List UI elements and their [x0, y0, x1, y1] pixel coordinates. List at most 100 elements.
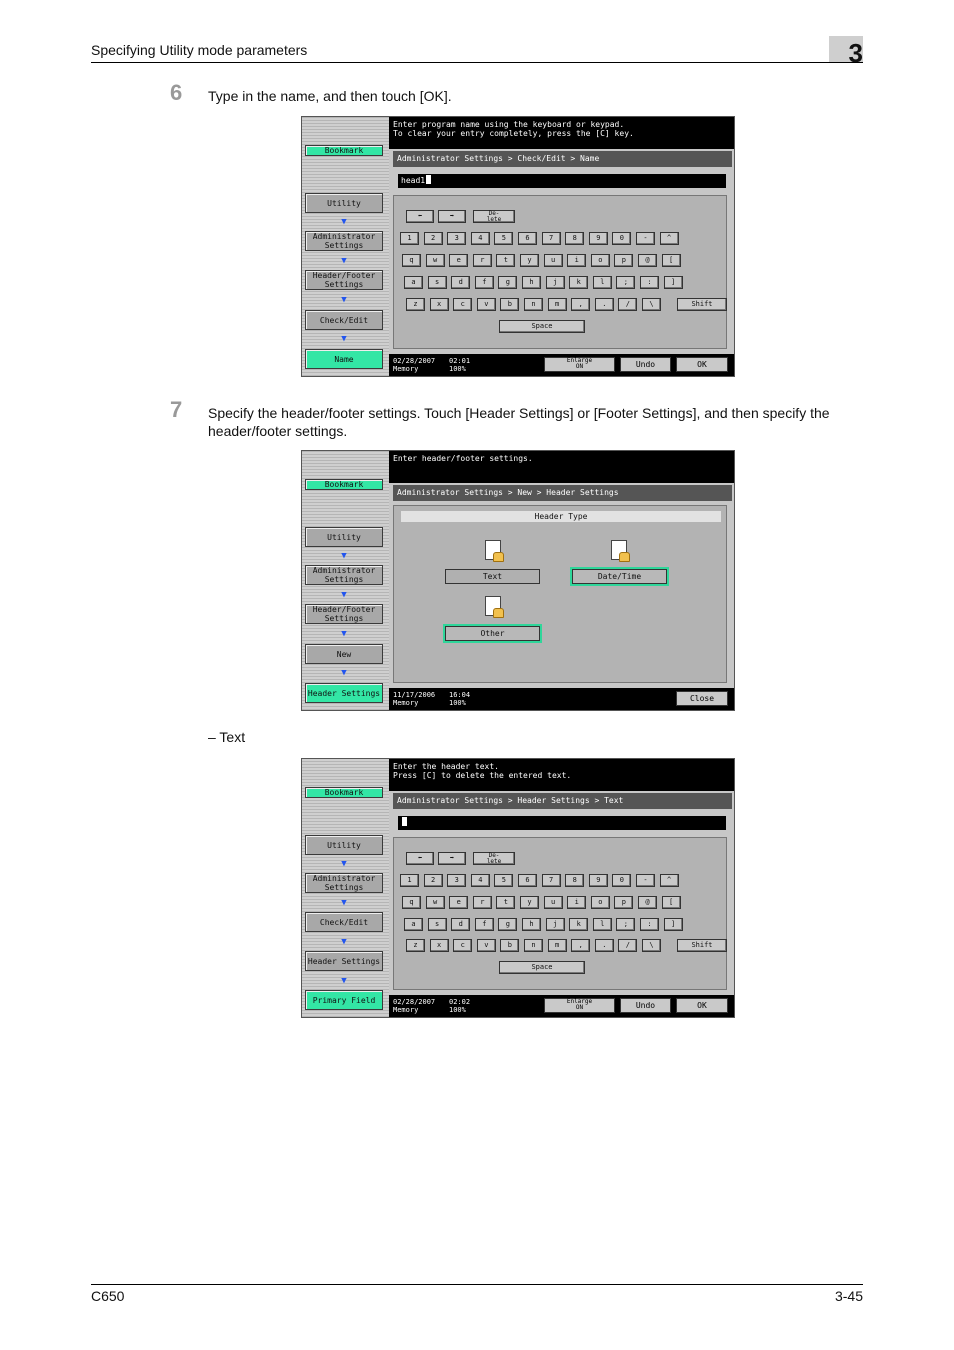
key-row4-3[interactable]: v — [476, 939, 496, 952]
key-row2-9[interactable]: p — [614, 254, 634, 267]
key-row4-6[interactable]: m — [547, 939, 567, 952]
sidebar-header-settings[interactable]: Header Settings — [305, 951, 383, 971]
key-row2-11[interactable]: [ — [661, 254, 681, 267]
key-row3-4[interactable]: g — [498, 276, 518, 289]
key-row3-10[interactable]: : — [640, 276, 659, 289]
key-row4-3[interactable]: v — [476, 298, 496, 311]
key-row3-4[interactable]: g — [498, 918, 518, 931]
key-row3-3[interactable]: f — [474, 918, 494, 931]
shift-key[interactable]: Shift — [677, 939, 727, 952]
key-row4-8[interactable]: . — [594, 939, 614, 952]
sidebar-header-footer-settings[interactable]: Header/Footer Settings — [305, 604, 383, 624]
key-row2-3[interactable]: r — [472, 896, 492, 909]
name-input[interactable]: head1 — [398, 174, 726, 188]
key-row1-1[interactable]: 2 — [423, 232, 443, 245]
key-row2-7[interactable]: i — [567, 896, 587, 909]
sidebar-primary-field[interactable]: Primary Field — [305, 990, 383, 1010]
sidebar-name[interactable]: Name — [305, 349, 383, 369]
space-key[interactable]: Space — [499, 961, 585, 974]
space-key[interactable]: Space — [499, 320, 585, 333]
key-row4-0[interactable]: z — [406, 939, 425, 952]
enlarge-button[interactable]: Enlarge ON — [544, 357, 615, 372]
key-row3-0[interactable]: a — [404, 276, 423, 289]
key-row1-10[interactable]: - — [636, 874, 655, 887]
sidebar-utility[interactable]: Utility — [305, 193, 383, 213]
key-row3-1[interactable]: s — [427, 276, 447, 289]
key-row3-3[interactable]: f — [474, 276, 494, 289]
key-row3-11[interactable]: ] — [663, 918, 683, 931]
key-row3-2[interactable]: d — [451, 918, 471, 931]
key-row3-7[interactable]: k — [569, 918, 589, 931]
key-row3-1[interactable]: s — [427, 918, 447, 931]
date-time-option-button[interactable]: Date/Time — [570, 567, 669, 586]
key-row2-2[interactable]: e — [449, 896, 469, 909]
key-row1-1[interactable]: 2 — [423, 874, 443, 887]
close-button[interactable]: Close — [676, 691, 728, 706]
key-row4-4[interactable]: b — [500, 298, 520, 311]
key-row4-6[interactable]: m — [547, 298, 567, 311]
key-row2-6[interactable]: u — [543, 896, 563, 909]
cursor-right-key[interactable]: ➡ — [438, 210, 466, 223]
key-row2-6[interactable]: u — [543, 254, 563, 267]
sidebar-utility[interactable]: Utility — [305, 835, 383, 855]
sidebar-header-footer-settings[interactable]: Header/Footer Settings — [305, 270, 383, 290]
text-option-button[interactable]: Text — [445, 569, 540, 584]
key-row1-8[interactable]: 9 — [588, 232, 608, 245]
key-row2-1[interactable]: w — [425, 254, 445, 267]
sidebar-check-edit[interactable]: Check/Edit — [305, 912, 383, 932]
key-row1-0[interactable]: 1 — [400, 874, 419, 887]
delete-key[interactable]: De- lete — [473, 852, 515, 865]
key-row4-10[interactable]: \ — [642, 298, 661, 311]
key-row3-2[interactable]: d — [451, 276, 471, 289]
ok-button[interactable]: OK — [676, 998, 728, 1013]
cursor-left-key[interactable]: ⬅ — [406, 210, 434, 223]
sidebar-utility[interactable]: Utility — [305, 527, 383, 547]
key-row3-6[interactable]: j — [545, 918, 565, 931]
key-row3-8[interactable]: l — [592, 918, 612, 931]
key-row1-2[interactable]: 3 — [447, 874, 467, 887]
key-row4-10[interactable]: \ — [642, 939, 661, 952]
shift-key[interactable]: Shift — [677, 298, 727, 311]
key-row2-10[interactable]: @ — [638, 896, 657, 909]
sidebar-new[interactable]: New — [305, 644, 383, 664]
key-row1-7[interactable]: 8 — [565, 874, 585, 887]
key-row4-0[interactable]: z — [406, 298, 425, 311]
key-row4-8[interactable]: . — [594, 298, 614, 311]
key-row2-8[interactable]: o — [590, 254, 610, 267]
header-text-input[interactable] — [398, 816, 726, 830]
sidebar-administrator-settings[interactable]: Administrator Settings — [305, 873, 383, 893]
key-row3-9[interactable]: ; — [616, 276, 636, 289]
cursor-left-key[interactable]: ⬅ — [406, 852, 434, 865]
key-row2-4[interactable]: t — [496, 254, 516, 267]
delete-key[interactable]: De- lete — [473, 210, 515, 223]
key-row4-7[interactable]: , — [571, 939, 591, 952]
key-row1-9[interactable]: 0 — [612, 232, 632, 245]
key-row2-2[interactable]: e — [449, 254, 469, 267]
key-row2-3[interactable]: r — [472, 254, 492, 267]
key-row2-10[interactable]: @ — [638, 254, 657, 267]
key-row1-9[interactable]: 0 — [612, 874, 632, 887]
other-option-button[interactable]: Other — [443, 624, 542, 643]
key-row2-0[interactable]: q — [402, 896, 421, 909]
key-row2-0[interactable]: q — [402, 254, 421, 267]
key-row1-4[interactable]: 5 — [494, 874, 514, 887]
cursor-right-key[interactable]: ➡ — [438, 852, 466, 865]
bookmark-button[interactable]: Bookmark — [305, 145, 383, 156]
sidebar-header-settings[interactable]: Header Settings — [305, 683, 383, 703]
sidebar-administrator-settings[interactable]: Administrator Settings — [305, 565, 383, 585]
key-row1-6[interactable]: 7 — [541, 874, 561, 887]
sidebar-check-edit[interactable]: Check/Edit — [305, 310, 383, 330]
key-row4-9[interactable]: / — [618, 298, 638, 311]
enlarge-button[interactable]: Enlarge ON — [544, 998, 615, 1013]
key-row2-11[interactable]: [ — [661, 896, 681, 909]
bookmark-button[interactable]: Bookmark — [305, 787, 383, 798]
key-row3-0[interactable]: a — [404, 918, 423, 931]
key-row1-3[interactable]: 4 — [470, 874, 490, 887]
key-row3-6[interactable]: j — [545, 276, 565, 289]
key-row3-5[interactable]: h — [522, 918, 541, 931]
key-row3-8[interactable]: l — [592, 276, 612, 289]
key-row4-1[interactable]: x — [429, 939, 449, 952]
key-row1-7[interactable]: 8 — [565, 232, 585, 245]
key-row4-5[interactable]: n — [524, 939, 543, 952]
key-row2-5[interactable]: y — [520, 254, 539, 267]
